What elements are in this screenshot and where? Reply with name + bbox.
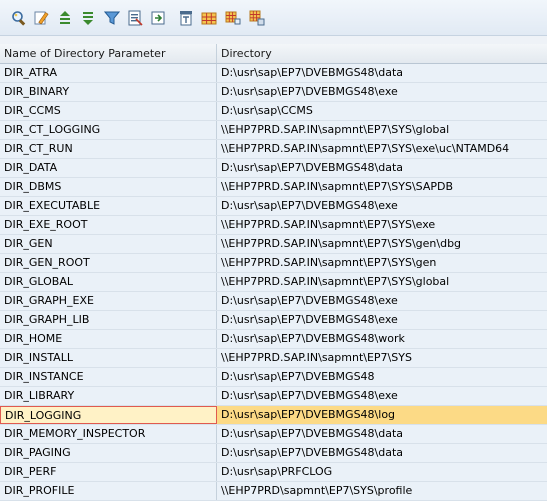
directory-path-cell[interactable]: D:\usr\sap\EP7\DVEBMGS48\exe	[217, 292, 547, 310]
edit-button[interactable]	[33, 9, 51, 27]
magnifier-icon	[12, 11, 26, 26]
parameter-name-cell[interactable]: DIR_GRAPH_LIB	[0, 311, 217, 329]
directory-path-cell[interactable]: D:\usr\sap\EP7\DVEBMGS48\data	[217, 64, 547, 82]
export-button[interactable]	[149, 9, 167, 27]
directory-path-cell[interactable]: D:\usr\sap\EP7\DVEBMGS48\log	[217, 406, 547, 424]
table-row[interactable]: DIR_EXE_ROOT \\EHP7PRD.SAP.IN\sapmnt\EP7\…	[0, 216, 547, 235]
directory-path-cell[interactable]: \\EHP7PRD.SAP.IN\sapmnt\EP7\SYS\gen\dbg	[217, 235, 547, 253]
directory-path-cell[interactable]: \\EHP7PRD.SAP.IN\sapmnt\EP7\SYS\exe\uc\N…	[217, 140, 547, 158]
print-preview-button[interactable]	[177, 9, 195, 27]
excel-icon	[128, 10, 143, 26]
parameter-name-cell[interactable]: DIR_BINARY	[0, 83, 217, 101]
parameter-name-cell[interactable]: DIR_PAGING	[0, 444, 217, 462]
directory-path-cell[interactable]: \\EHP7PRD\sapmnt\EP7\SYS\profile	[217, 482, 547, 500]
directory-path-cell[interactable]: D:\usr\sap\PRFCLOG	[217, 463, 547, 481]
export-icon	[151, 11, 165, 25]
parameter-name-cell[interactable]: DIR_INSTANCE	[0, 368, 217, 386]
parameter-name-cell[interactable]: DIR_EXE_ROOT	[0, 216, 217, 234]
directory-path-cell[interactable]: \\EHP7PRD.SAP.IN\sapmnt\EP7\SYS\gen	[217, 254, 547, 272]
table-row[interactable]: DIR_INSTALL \\EHP7PRD.SAP.IN\sapmnt\EP7\S…	[0, 349, 547, 368]
table-row[interactable]: DIR_MEMORY_INSPECTOR D:\usr\sap\EP7\DVEBM…	[0, 425, 547, 444]
table-body: DIR_ATRA D:\usr\sap\EP7\DVEBMGS48\data DIR…	[0, 64, 547, 501]
directory-path-cell[interactable]: D:\usr\sap\EP7\DVEBMGS48\data	[217, 444, 547, 462]
column-header-parameter[interactable]: Name of Directory Parameter	[0, 44, 217, 63]
parameter-name-cell[interactable]: DIR_LIBRARY	[0, 387, 217, 405]
parameter-name-cell[interactable]: DIR_MEMORY_INSPECTOR	[0, 425, 217, 443]
parameter-name-cell[interactable]: DIR_GLOBAL	[0, 273, 217, 291]
filter-button[interactable]	[103, 9, 121, 27]
table-row[interactable]: DIR_PERF D:\usr\sap\PRFCLOG	[0, 463, 547, 482]
table-row[interactable]: DIR_GEN \\EHP7PRD.SAP.IN\sapmnt\EP7\SYS\g…	[0, 235, 547, 254]
directory-path-cell[interactable]: \\EHP7PRD.SAP.IN\sapmnt\EP7\SYS\exe	[217, 216, 547, 234]
directory-path-cell[interactable]: D:\usr\sap\EP7\DVEBMGS48\exe	[217, 83, 547, 101]
directory-path-cell[interactable]: D:\usr\sap\EP7\DVEBMGS48\data	[217, 425, 547, 443]
layout-button[interactable]	[200, 9, 218, 27]
table-row[interactable]: DIR_GRAPH_LIB D:\usr\sap\EP7\DVEBMGS48\ex…	[0, 311, 547, 330]
select-grid-icon	[225, 11, 241, 25]
parameter-name-cell[interactable]: DIR_EXECUTABLE	[0, 197, 217, 215]
table-row[interactable]: DIR_HOME D:\usr\sap\EP7\DVEBMGS48\work	[0, 330, 547, 349]
directory-path-cell[interactable]: D:\usr\sap\EP7\DVEBMGS48\work	[217, 330, 547, 348]
sort-descending-icon	[83, 12, 93, 25]
sort-ascending-button[interactable]	[56, 9, 74, 27]
directory-path-cell[interactable]: \\EHP7PRD.SAP.IN\sapmnt\EP7\SYS\global	[217, 273, 547, 291]
parameter-name-cell[interactable]: DIR_GEN_ROOT	[0, 254, 217, 272]
table-row[interactable]: DIR_GRAPH_EXE D:\usr\sap\EP7\DVEBMGS48\ex…	[0, 292, 547, 311]
print-preview-icon	[180, 11, 192, 26]
column-header-directory[interactable]: Directory	[217, 44, 547, 63]
directory-table: Name of Directory Parameter Directory DI…	[0, 44, 547, 501]
directory-path-cell[interactable]: D:\usr\sap\EP7\DVEBMGS48\exe	[217, 311, 547, 329]
parameter-name-cell[interactable]: DIR_LOGGING	[0, 406, 217, 424]
details-button[interactable]	[10, 9, 28, 27]
table-row[interactable]: DIR_GLOBAL \\EHP7PRD.SAP.IN\sapmnt\EP7\SY…	[0, 273, 547, 292]
parameter-name-cell[interactable]: DIR_DBMS	[0, 178, 217, 196]
table-header: Name of Directory Parameter Directory	[0, 44, 547, 64]
directory-path-cell[interactable]: D:\usr\sap\EP7\DVEBMGS48	[217, 368, 547, 386]
table-row[interactable]: DIR_INSTANCE D:\usr\sap\EP7\DVEBMGS48	[0, 368, 547, 387]
parameter-name-cell[interactable]: DIR_GEN	[0, 235, 217, 253]
table-row[interactable]: DIR_GEN_ROOT \\EHP7PRD.SAP.IN\sapmnt\EP7\…	[0, 254, 547, 273]
table-row[interactable]: DIR_DATA D:\usr\sap\EP7\DVEBMGS48\data	[0, 159, 547, 178]
table-row[interactable]: DIR_CT_LOGGING \\EHP7PRD.SAP.IN\sapmnt\EP…	[0, 121, 547, 140]
directory-path-cell[interactable]: \\EHP7PRD.SAP.IN\sapmnt\EP7\SYS\SAPDB	[217, 178, 547, 196]
directory-path-cell[interactable]: \\EHP7PRD.SAP.IN\sapmnt\EP7\SYS\global	[217, 121, 547, 139]
table-row[interactable]: DIR_ATRA D:\usr\sap\EP7\DVEBMGS48\data	[0, 64, 547, 83]
table-row[interactable]: DIR_PAGING D:\usr\sap\EP7\DVEBMGS48\data	[0, 444, 547, 463]
sort-descending-button[interactable]	[79, 9, 97, 27]
toolbar-spacer	[0, 36, 547, 44]
deselect-grid-icon	[249, 10, 265, 26]
spreadsheet-button[interactable]	[126, 9, 144, 27]
deselect-button[interactable]	[248, 9, 266, 27]
pencil-icon	[34, 11, 49, 25]
select-all-button[interactable]	[224, 9, 242, 27]
directory-path-cell[interactable]: D:\usr\sap\EP7\DVEBMGS48\exe	[217, 197, 547, 215]
parameter-name-cell[interactable]: DIR_INSTALL	[0, 349, 217, 367]
parameter-name-cell[interactable]: DIR_GRAPH_EXE	[0, 292, 217, 310]
table-row[interactable]: DIR_CCMS D:\usr\sap\CCMS	[0, 102, 547, 121]
parameter-name-cell[interactable]: DIR_CT_RUN	[0, 140, 217, 158]
directory-path-cell[interactable]: D:\usr\sap\EP7\DVEBMGS48\exe	[217, 387, 547, 405]
filter-icon	[104, 11, 120, 25]
table-row[interactable]: DIR_LOGGING D:\usr\sap\EP7\DVEBMGS48\log	[0, 406, 547, 425]
directory-path-cell[interactable]: D:\usr\sap\CCMS	[217, 102, 547, 120]
grid-layout-icon	[201, 12, 217, 25]
parameter-name-cell[interactable]: DIR_HOME	[0, 330, 217, 348]
parameter-name-cell[interactable]: DIR_DATA	[0, 159, 217, 177]
toolbar	[0, 0, 547, 36]
table-row[interactable]: DIR_DBMS \\EHP7PRD.SAP.IN\sapmnt\EP7\SYS\…	[0, 178, 547, 197]
table-row[interactable]: DIR_LIBRARY D:\usr\sap\EP7\DVEBMGS48\exe	[0, 387, 547, 406]
table-row[interactable]: DIR_EXECUTABLE D:\usr\sap\EP7\DVEBMGS48\e…	[0, 197, 547, 216]
sort-ascending-icon	[60, 11, 70, 24]
parameter-name-cell[interactable]: DIR_ATRA	[0, 64, 217, 82]
directory-path-cell[interactable]: D:\usr\sap\EP7\DVEBMGS48\data	[217, 159, 547, 177]
table-row[interactable]: DIR_BINARY D:\usr\sap\EP7\DVEBMGS48\exe	[0, 83, 547, 102]
directory-path-cell[interactable]: \\EHP7PRD.SAP.IN\sapmnt\EP7\SYS	[217, 349, 547, 367]
parameter-name-cell[interactable]: DIR_CT_LOGGING	[0, 121, 217, 139]
parameter-name-cell[interactable]: DIR_PERF	[0, 463, 217, 481]
parameter-name-cell[interactable]: DIR_CCMS	[0, 102, 217, 120]
table-row[interactable]: DIR_CT_RUN \\EHP7PRD.SAP.IN\sapmnt\EP7\SY…	[0, 140, 547, 159]
parameter-name-cell[interactable]: DIR_PROFILE	[0, 482, 217, 500]
